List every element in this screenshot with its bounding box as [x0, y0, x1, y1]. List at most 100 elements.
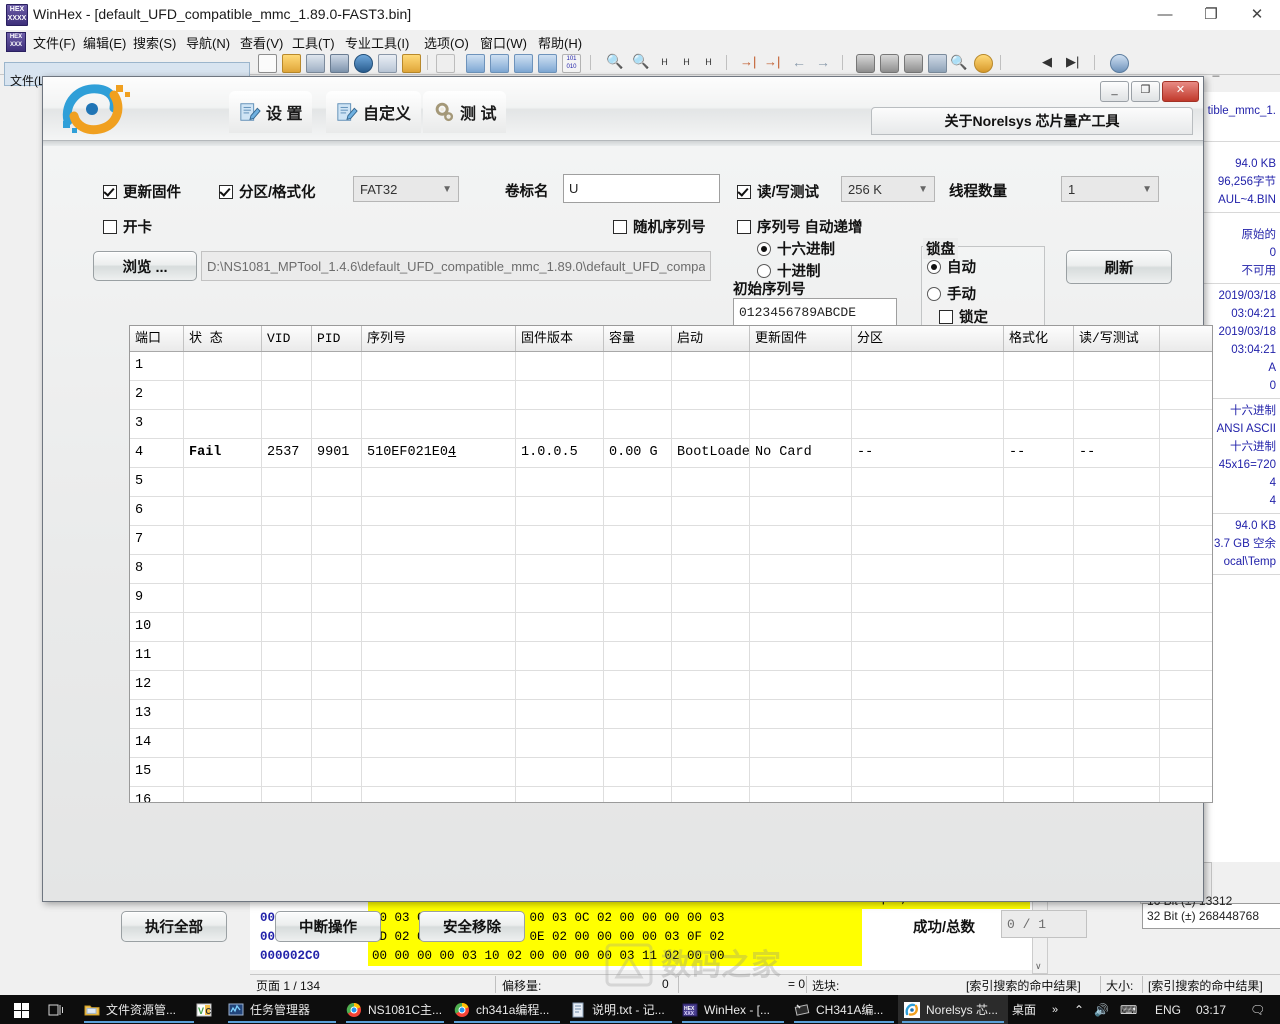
th-rw-test[interactable]: 读/写测试 — [1074, 326, 1160, 351]
taskbar-item-winhex[interactable]: HEX XXX WinHex - [... — [676, 995, 788, 1024]
zoom-icon[interactable]: 🔍 — [950, 54, 967, 71]
th-capacity[interactable]: 容量 — [604, 326, 672, 351]
replace-hex-icon[interactable]: H — [678, 54, 695, 71]
prev-page-icon[interactable]: ◀ — [1042, 54, 1059, 71]
back-arrow-icon[interactable]: ← — [792, 54, 809, 71]
open-card-checkbox[interactable]: 开卡 — [103, 216, 152, 237]
menu-edit[interactable]: 编辑(E) — [83, 33, 126, 52]
tray-desktop-label[interactable]: 桌面 — [1012, 995, 1036, 1024]
th-vid[interactable]: VID — [262, 326, 312, 351]
copy-block-icon[interactable] — [538, 54, 557, 73]
paste-into-icon[interactable] — [490, 54, 509, 73]
find-icon[interactable]: 🔍 — [606, 54, 623, 71]
taskbar-item-notepad[interactable]: 说明.txt - 记... — [564, 995, 676, 1024]
lock-auto-radio[interactable]: 自动 — [927, 256, 976, 277]
device-table[interactable]: 端口 状 态 VID PID 序列号 固件版本 容量 启动 更新固件 分区 格式… — [129, 325, 1213, 803]
tray-language-label[interactable]: ENG — [1155, 995, 1181, 1024]
table-row[interactable]: 10 — [130, 613, 1212, 642]
taskbar-item-visual-studio[interactable]: V C — [190, 995, 222, 1024]
menu-search[interactable]: 搜索(S) — [133, 33, 176, 52]
table-row[interactable]: 16 — [130, 787, 1212, 802]
table-row[interactable]: 7 — [130, 526, 1212, 555]
dialog-minimize-button[interactable]: _ — [1100, 81, 1129, 102]
bookmark-icon[interactable] — [974, 54, 993, 73]
random-serial-checkbox[interactable]: 随机序列号 — [613, 216, 706, 237]
goto-end-icon[interactable]: →| — [764, 54, 781, 71]
menu-options[interactable]: 选项(O) — [424, 33, 469, 52]
rw-size-select[interactable]: 256 K ▼ — [841, 176, 935, 202]
properties-icon[interactable] — [378, 54, 397, 73]
table-row[interactable]: 11 — [130, 642, 1212, 671]
th-boot[interactable]: 启动 — [672, 326, 750, 351]
goto-offset-icon[interactable]: →| — [740, 54, 757, 71]
start-button-icon[interactable] — [4, 999, 42, 1021]
copy-icon[interactable] — [466, 54, 485, 73]
th-partition[interactable]: 分区 — [852, 326, 1004, 351]
disk-open-icon[interactable] — [880, 54, 899, 73]
taskbar-item-explorer[interactable]: 文件资源管... — [78, 995, 198, 1024]
table-row[interactable]: 3 — [130, 410, 1212, 439]
ram-icon[interactable] — [928, 54, 947, 73]
serial-auto-increment-checkbox[interactable]: 序列号 自动递增 — [737, 216, 863, 237]
table-row[interactable]: 9 — [130, 584, 1212, 613]
search-more-icon[interactable]: H — [700, 54, 717, 71]
taskbar-item-ns1081c[interactable]: NS1081C主... — [340, 995, 448, 1024]
refresh-button[interactable]: 刷新 — [1066, 250, 1172, 284]
print-icon[interactable] — [330, 54, 349, 73]
firmware-path-input[interactable]: D:\NS1081_MPTool_1.4.6\default_UFD_compa… — [201, 251, 711, 281]
next-page-icon[interactable]: ▶| — [1066, 54, 1083, 71]
th-firmware[interactable]: 固件版本 — [516, 326, 604, 351]
help-icon[interactable] — [1110, 54, 1129, 73]
table-row[interactable]: 6 — [130, 497, 1212, 526]
tray-volume-icon[interactable]: 🔊 — [1094, 995, 1109, 1024]
table-row[interactable]: 13 — [130, 700, 1212, 729]
clipboard-icon[interactable] — [514, 54, 533, 73]
taskbar-item-ch341a-prog[interactable]: ch341a编程... — [448, 995, 564, 1024]
dialog-maximize-button[interactable]: ❐ — [1131, 81, 1160, 102]
taskbar-item-task-manager[interactable]: 任务管理器 — [222, 995, 340, 1024]
open-recent-icon[interactable] — [402, 54, 421, 73]
forward-arrow-icon[interactable]: → — [816, 54, 833, 71]
about-button[interactable]: 关于Norelsys 芯片量产工具 — [871, 107, 1193, 135]
table-row[interactable]: 12 — [130, 671, 1212, 700]
th-extra[interactable] — [1160, 326, 1208, 351]
th-status[interactable]: 状 态 — [184, 326, 262, 351]
tab-settings[interactable]: 设 置 — [229, 91, 313, 133]
tray-keyboard-icon[interactable]: ⌨ — [1120, 995, 1137, 1024]
table-row[interactable]: 4 Fail 2537 9901 510EF021E04 1.0.0.5 0.00 G Boo… — [130, 439, 1212, 468]
start-serial-input[interactable]: 0123456789ABCDE — [733, 298, 897, 326]
th-port[interactable]: 端口 — [130, 326, 184, 351]
menu-tools[interactable]: 工具(T) — [292, 33, 335, 52]
tray-chevron-up-icon[interactable]: ⌃ — [1074, 995, 1084, 1024]
table-row[interactable]: 14 — [130, 729, 1212, 758]
lock-manual-radio[interactable]: 手动 — [927, 283, 976, 304]
find-hex-icon[interactable]: H — [656, 54, 673, 71]
open-folder-icon[interactable] — [282, 54, 301, 73]
tab-custom[interactable]: 自定义 — [326, 91, 422, 133]
rw-test-checkbox[interactable]: 读/写测试 — [737, 181, 819, 202]
table-row[interactable]: 1 — [130, 352, 1212, 381]
table-row[interactable]: 8 — [130, 555, 1212, 584]
winhex-close-button[interactable]: ✕ — [1234, 0, 1280, 29]
run-all-button[interactable]: 执行全部 — [121, 911, 227, 942]
menu-pro-tools[interactable]: 专业工具(I) — [345, 33, 409, 52]
tray-notification-icon[interactable]: 🗨 — [1250, 995, 1265, 1024]
save-icon[interactable] — [306, 54, 325, 73]
taskbar-item-norelsys[interactable]: Norelsys 芯... — [898, 995, 1008, 1024]
menu-navigate[interactable]: 导航(N) — [186, 33, 230, 52]
thread-count-select[interactable]: 1 ▼ — [1061, 176, 1159, 202]
update-firmware-checkbox[interactable]: 更新固件 — [103, 181, 181, 202]
menu-help[interactable]: 帮助(H) — [538, 33, 582, 52]
th-serial[interactable]: 序列号 — [362, 326, 516, 351]
undo-icon[interactable] — [436, 54, 455, 73]
disk-icon[interactable] — [856, 54, 875, 73]
th-format[interactable]: 格式化 — [1004, 326, 1074, 351]
table-row[interactable]: 15 — [130, 758, 1212, 787]
th-pid[interactable]: PID — [312, 326, 362, 351]
task-view-button[interactable] — [42, 995, 72, 1024]
volume-label-input[interactable]: U — [563, 174, 720, 203]
menu-file[interactable]: 文件(F) — [33, 33, 76, 52]
disk-clone-icon[interactable] — [904, 54, 923, 73]
tray-clock[interactable]: 03:17 — [1196, 995, 1226, 1024]
table-row[interactable]: 2 — [130, 381, 1212, 410]
